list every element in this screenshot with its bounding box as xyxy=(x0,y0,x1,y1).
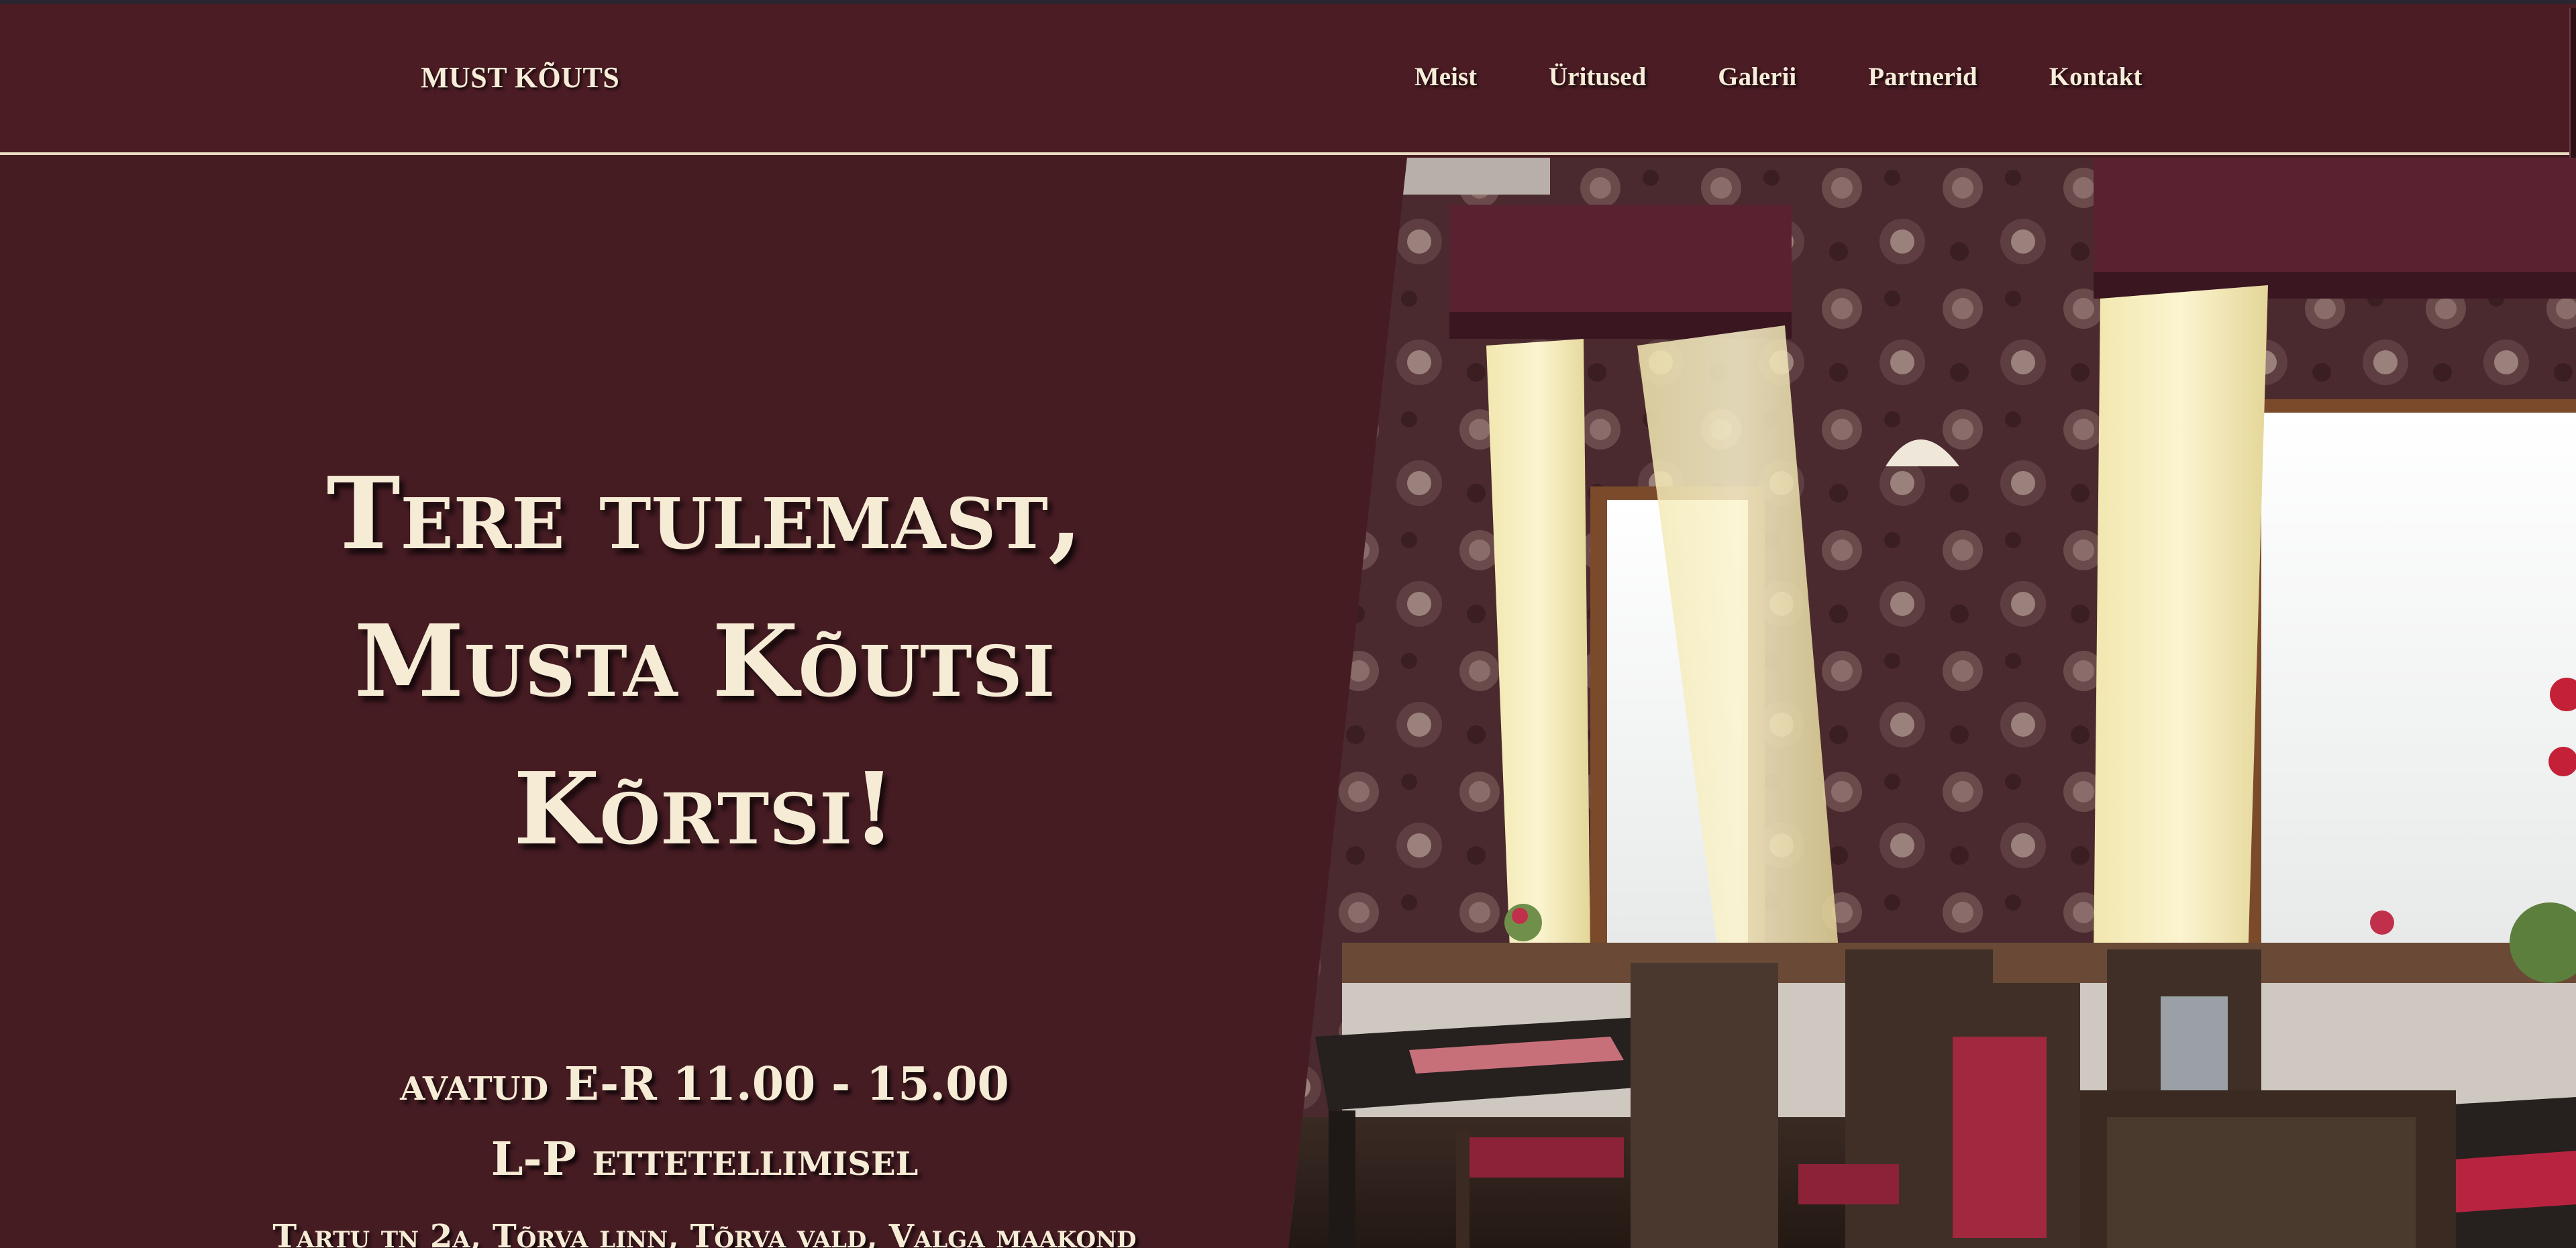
opening-hours: avatud E-R 11.00 - 15.00 L-P ettetellimi… xyxy=(0,1047,1409,1197)
hero-headline: Tere tulemast, Musta Kõutsi Kõrtsi! xyxy=(0,439,1409,882)
navbar: MUST KÕUTS Meist Üritused Galerii Partne… xyxy=(0,4,2576,159)
nav-link-meist[interactable]: Meist xyxy=(1414,62,1477,92)
hours-weekdays: avatud E-R 11.00 - 15.00 xyxy=(400,1057,1009,1111)
nav-link-kontakt[interactable]: Kontakt xyxy=(2049,62,2143,92)
headline-line-3: Kõrtsi! xyxy=(513,750,896,867)
nav-link-galerii[interactable]: Galerii xyxy=(1718,62,1796,92)
headline-line-2: Musta Kõutsi xyxy=(354,603,1055,719)
nav-link-partnerid[interactable]: Partnerid xyxy=(1868,62,1977,92)
address: Tartu tn 2a, Tõrva linn, Tõrva vald, Val… xyxy=(272,1218,1137,1248)
headline-line-1: Tere tulemast, xyxy=(326,455,1083,572)
main-nav: Meist Üritused Galerii Partnerid Kontakt xyxy=(1414,62,2142,92)
hours-weekend: L-P ettetellimisel xyxy=(491,1133,919,1186)
nav-link-uritused[interactable]: Üritused xyxy=(1549,62,1646,92)
site-logo[interactable]: MUST KÕUTS xyxy=(421,60,619,95)
scrollbar[interactable] xyxy=(2569,8,2576,159)
hero-section: Tere tulemast, Musta Kõutsi Kõrtsi! avat… xyxy=(0,158,2576,1248)
hero-text-block: Tere tulemast, Musta Kõutsi Kõrtsi! avat… xyxy=(0,158,1409,1248)
